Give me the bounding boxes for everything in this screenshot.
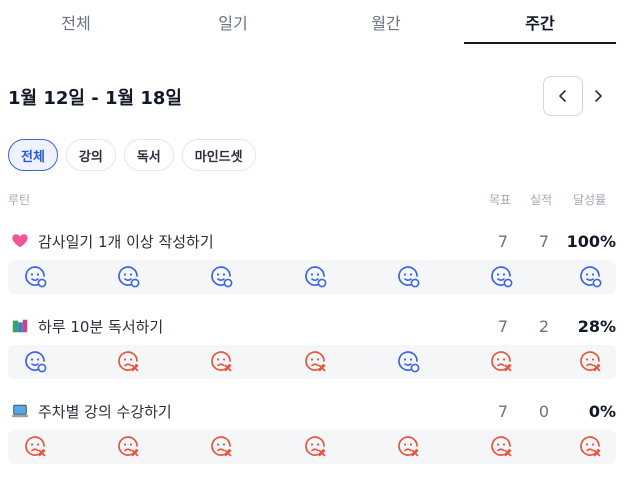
next-week-button[interactable]: [586, 78, 610, 114]
day-missed-icon[interactable]: [579, 350, 603, 374]
day-done-icon[interactable]: [24, 265, 48, 289]
routine-title-text: 감사일기 1개 이상 작성하기: [38, 232, 214, 251]
day-missed-icon[interactable]: [210, 435, 234, 459]
day-missed-icon[interactable]: [490, 435, 514, 459]
heart-icon: [10, 231, 30, 251]
day-status-row: [8, 260, 616, 294]
routine-goal: 7: [497, 316, 509, 336]
day-missed-icon[interactable]: [304, 350, 328, 374]
day-missed-icon[interactable]: [117, 435, 141, 459]
day-missed-icon[interactable]: [579, 435, 603, 459]
day-done-icon[interactable]: [24, 350, 48, 374]
day-missed-icon[interactable]: [210, 350, 234, 374]
books-icon: [10, 316, 30, 336]
day-done-icon[interactable]: [490, 265, 514, 289]
routine-rate: 0%: [588, 401, 616, 421]
day-missed-icon[interactable]: [490, 350, 514, 374]
rate-column-header: 달성률: [573, 193, 607, 207]
routine-actual: 0: [538, 401, 550, 421]
date-range-title: 1월 12일 - 1월 18일: [8, 88, 182, 109]
day-status-row: [8, 345, 616, 379]
filter-reading[interactable]: 독서: [123, 139, 174, 171]
day-status-row: [8, 430, 616, 464]
day-done-icon[interactable]: [397, 350, 421, 374]
chevron-left-icon: [559, 90, 566, 102]
routine-title: 주차별 강의 수강하기: [10, 399, 172, 423]
routine-column-header: 루틴: [8, 193, 31, 207]
day-done-icon[interactable]: [579, 265, 603, 289]
goal-column-header: 목표: [489, 193, 512, 207]
routine-rate: 28%: [577, 316, 616, 336]
day-done-icon[interactable]: [210, 265, 234, 289]
period-tabs: 전체 일기 월간 주간: [0, 0, 626, 44]
routine-title: 감사일기 1개 이상 작성하기: [10, 229, 214, 253]
routine-title: 하루 10분 독서하기: [10, 314, 163, 338]
category-filters: 전체 강의 독서 마인드셋: [8, 139, 256, 171]
chevron-right-icon: [595, 90, 602, 102]
filter-mindset[interactable]: 마인드셋: [181, 139, 256, 171]
actual-column-header: 실적: [530, 193, 553, 207]
day-done-icon[interactable]: [397, 265, 421, 289]
tab-all[interactable]: 전체: [0, 0, 152, 44]
day-done-icon[interactable]: [117, 265, 141, 289]
day-missed-icon[interactable]: [397, 435, 421, 459]
day-missed-icon[interactable]: [24, 435, 48, 459]
day-missed-icon[interactable]: [304, 435, 328, 459]
filter-all[interactable]: 전체: [8, 139, 58, 171]
routine-goal: 7: [497, 231, 509, 251]
day-done-icon[interactable]: [304, 265, 328, 289]
tab-monthly[interactable]: 월간: [310, 0, 462, 44]
tab-weekly[interactable]: 주간: [464, 0, 616, 44]
laptop-icon: [10, 401, 30, 421]
routine-goal: 7: [497, 401, 509, 421]
tab-diary[interactable]: 일기: [157, 0, 309, 44]
previous-week-button[interactable]: [543, 76, 583, 116]
filter-lecture[interactable]: 강의: [65, 139, 116, 171]
routine-title-text: 주차별 강의 수강하기: [38, 402, 172, 421]
routine-actual: 2: [538, 316, 550, 336]
routine-title-text: 하루 10분 독서하기: [38, 317, 164, 336]
day-missed-icon[interactable]: [117, 350, 141, 374]
routine-actual: 7: [538, 231, 550, 251]
routine-rate: 100%: [566, 231, 616, 251]
